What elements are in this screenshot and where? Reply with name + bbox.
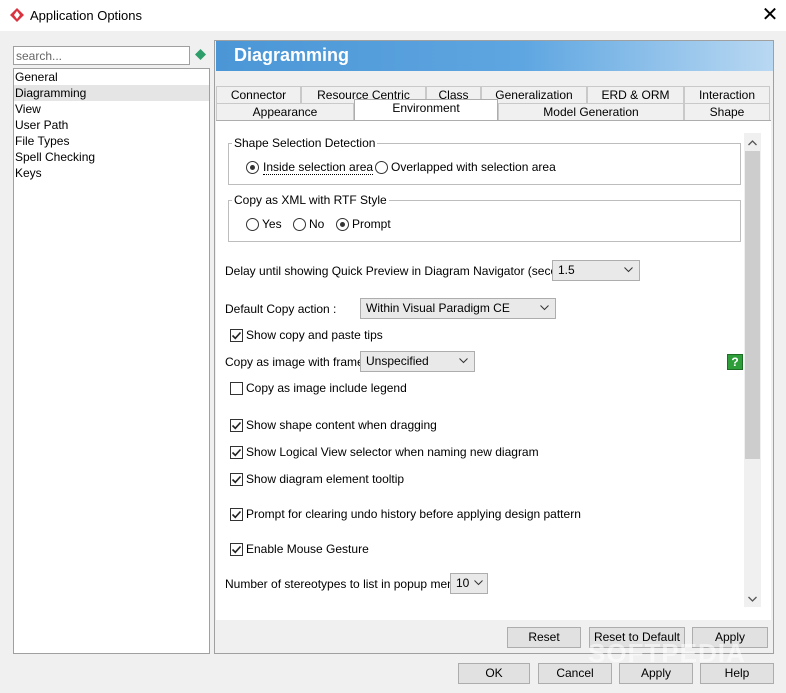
scrollbar-thumb[interactable] xyxy=(745,151,760,459)
default-copy-value: Within Visual Paradigm CE xyxy=(366,301,510,315)
chevron-down-icon xyxy=(540,305,549,311)
section-title: Diagramming xyxy=(234,45,350,65)
tab-connector[interactable]: Connector xyxy=(216,86,301,103)
help-button[interactable]: Help xyxy=(700,663,774,684)
show-logical-view-checkbox[interactable] xyxy=(230,446,243,459)
tab-environment[interactable]: Environment xyxy=(354,99,498,120)
show-shape-content-checkbox[interactable] xyxy=(230,419,243,432)
prompt-undo-checkbox[interactable] xyxy=(230,508,243,521)
show-logical-view-label[interactable]: Show Logical View selector when naming n… xyxy=(246,445,539,459)
scroll-up-icon[interactable] xyxy=(745,136,760,150)
sidebar-item-file-types[interactable]: File Types xyxy=(14,133,209,149)
show-tooltip-checkbox[interactable] xyxy=(230,473,243,486)
default-copy-label: Default Copy action : xyxy=(225,302,337,316)
shape-selection-title: Shape Selection Detection xyxy=(232,136,378,150)
chevron-down-icon xyxy=(459,358,468,364)
checkmark-icon xyxy=(231,421,242,430)
radio-xml-no-label[interactable]: No xyxy=(309,217,324,231)
copy-frame-label: Copy as image with frame : xyxy=(225,355,371,369)
copy-legend-label[interactable]: Copy as image include legend xyxy=(246,381,407,395)
quick-preview-value: 1.5 xyxy=(558,263,575,277)
prompt-undo-label[interactable]: Prompt for clearing undo history before … xyxy=(246,507,581,521)
reset-button[interactable]: Reset xyxy=(507,627,581,648)
stereotypes-select[interactable]: 10 xyxy=(450,573,488,594)
checkmark-icon xyxy=(231,510,242,519)
radio-xml-yes-label[interactable]: Yes xyxy=(262,217,282,231)
quick-preview-select[interactable]: 1.5 xyxy=(552,260,640,281)
chevron-down-icon xyxy=(474,580,483,586)
panel-apply-button[interactable]: Apply xyxy=(692,627,768,648)
checkmark-icon xyxy=(231,331,242,340)
radio-overlapped-selection-label[interactable]: Overlapped with selection area xyxy=(391,160,556,174)
search-input[interactable] xyxy=(13,46,190,65)
radio-xml-prompt[interactable] xyxy=(336,218,349,231)
radio-inside-selection-label[interactable]: Inside selection area xyxy=(263,160,374,175)
help-icon[interactable]: ? xyxy=(727,354,743,370)
show-copy-tips-checkbox[interactable] xyxy=(230,329,243,342)
window-title: Application Options xyxy=(30,8,143,23)
radio-selected-dot xyxy=(250,165,255,170)
radio-xml-prompt-label[interactable]: Prompt xyxy=(352,217,391,231)
radio-xml-yes[interactable] xyxy=(246,218,259,231)
app-logo-icon xyxy=(10,8,24,22)
checkmark-icon xyxy=(231,545,242,554)
tab-interaction[interactable]: Interaction xyxy=(684,86,770,103)
sidebar-item-spell-checking[interactable]: Spell Checking xyxy=(14,149,209,165)
default-copy-select[interactable]: Within Visual Paradigm CE xyxy=(360,298,556,319)
sidebar-item-user-path[interactable]: User Path xyxy=(14,117,209,133)
copy-frame-value: Unspecified xyxy=(366,354,429,368)
category-list: General Diagramming View User Path File … xyxy=(13,68,210,654)
radio-inside-selection[interactable] xyxy=(246,161,259,174)
checkmark-icon xyxy=(231,448,242,457)
chevron-down-icon xyxy=(624,267,633,273)
mouse-gesture-label[interactable]: Enable Mouse Gesture xyxy=(246,542,369,556)
show-tooltip-label[interactable]: Show diagram element tooltip xyxy=(246,472,404,486)
stereotypes-label: Number of stereotypes to list in popup m… xyxy=(225,577,468,591)
quick-preview-label: Delay until showing Quick Preview in Dia… xyxy=(225,264,588,278)
dialog-apply-button[interactable]: Apply xyxy=(619,663,693,684)
reset-to-default-button[interactable]: Reset to Default xyxy=(589,627,685,648)
sidebar-item-keys[interactable]: Keys xyxy=(14,165,209,181)
tab-shape[interactable]: Shape xyxy=(684,103,770,120)
radio-selected-dot xyxy=(340,222,345,227)
cancel-button[interactable]: Cancel xyxy=(538,663,612,684)
scroll-down-icon[interactable] xyxy=(745,592,760,606)
copy-frame-select[interactable]: Unspecified xyxy=(360,351,475,372)
ok-button[interactable]: OK xyxy=(458,663,530,684)
show-shape-content-label[interactable]: Show shape content when dragging xyxy=(246,418,437,432)
copy-xml-title: Copy as XML with RTF Style xyxy=(232,193,389,207)
radio-xml-no[interactable] xyxy=(293,218,306,231)
search-icon[interactable] xyxy=(195,49,206,60)
sidebar-item-diagramming[interactable]: Diagramming xyxy=(14,85,209,101)
checkmark-icon xyxy=(231,475,242,484)
sidebar-item-general[interactable]: General xyxy=(14,69,209,85)
tab-model-generation[interactable]: Model Generation xyxy=(498,103,684,120)
close-button[interactable]: ✕ xyxy=(760,3,780,27)
tab-erd-orm[interactable]: ERD & ORM xyxy=(587,86,684,103)
sidebar-item-view[interactable]: View xyxy=(14,101,209,117)
tab-appearance[interactable]: Appearance xyxy=(216,103,354,120)
stereotypes-value: 10 xyxy=(456,576,470,590)
mouse-gesture-checkbox[interactable] xyxy=(230,543,243,556)
radio-overlapped-selection[interactable] xyxy=(375,161,388,174)
copy-legend-checkbox[interactable] xyxy=(230,382,243,395)
show-copy-tips-label[interactable]: Show copy and paste tips xyxy=(246,328,383,342)
